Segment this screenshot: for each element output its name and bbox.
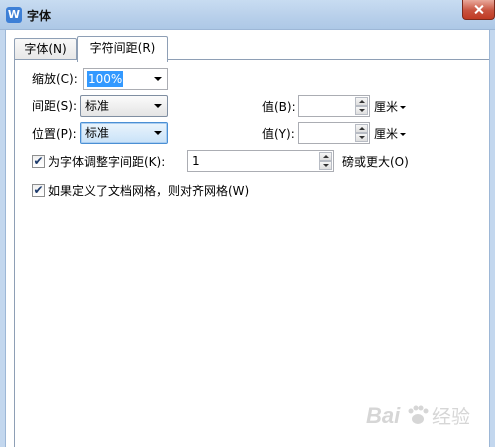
window-frame-left — [0, 30, 6, 447]
snap-to-grid-label: 如果定义了文档网格，则对齐网格(W) — [48, 184, 250, 198]
checkmark-icon: ✔ — [33, 183, 44, 197]
spacing-combobox[interactable]: 标准 — [80, 95, 168, 117]
chevron-down-icon[interactable] — [154, 104, 162, 108]
position-amount-spinner[interactable] — [298, 122, 370, 144]
kerning-checkbox[interactable]: ✔ — [32, 154, 45, 168]
wps-writer-icon: W — [6, 7, 22, 23]
scale-value[interactable]: 100% — [87, 71, 124, 87]
spacing-amount-spinner[interactable] — [298, 95, 370, 117]
scale-combobox[interactable]: 100% — [83, 68, 168, 90]
checkmark-icon: ✔ — [33, 154, 44, 168]
spin-down-arrow-icon[interactable] — [319, 161, 332, 170]
spin-up-arrow-icon[interactable] — [355, 124, 368, 133]
spin-down-arrow-icon[interactable] — [355, 133, 368, 142]
spin-buttons — [319, 152, 332, 170]
tab-font[interactable]: 字体(N) — [14, 38, 77, 60]
spin-up-arrow-icon[interactable] — [355, 97, 368, 106]
position-value: 标准 — [85, 126, 110, 140]
window-frame-right — [489, 30, 495, 447]
paw-icon: Bai 经验 — [366, 403, 470, 428]
spacing-label: 间距(S): — [32, 99, 78, 113]
spacing-amount-label: 值(B): — [262, 100, 296, 114]
spacing-unit-dropdown[interactable]: 厘米 — [374, 99, 407, 115]
spacing-value: 标准 — [85, 99, 110, 113]
position-unit-label: 厘米 — [374, 127, 399, 141]
baidu-jingyan-watermark: Bai 经验 — [366, 397, 491, 437]
title-bar: W 字体 — [0, 0, 495, 30]
spacing-unit-label: 厘米 — [374, 100, 399, 114]
kerning-label: 为字体调整字间距(K): — [48, 155, 166, 169]
spin-down-arrow-icon[interactable] — [355, 106, 368, 115]
spin-up-arrow-icon[interactable] — [319, 152, 332, 161]
watermark-jingyan-text: 经验 — [432, 406, 470, 428]
scale-label: 缩放(C): — [32, 72, 78, 86]
kerning-suffix-label: 磅或更大(O) — [342, 155, 409, 169]
position-label: 位置(P): — [32, 127, 77, 141]
spin-buttons — [355, 97, 368, 115]
chevron-down-icon[interactable] — [154, 131, 162, 135]
snap-to-grid-checkbox[interactable]: ✔ — [32, 183, 45, 197]
character-spacing-panel — [14, 59, 489, 447]
font-dialog: W 字体 字体(N) 字符间距(R) 缩放(C): 100% 间距(S): 标准… — [0, 0, 495, 447]
chevron-down-icon[interactable] — [400, 106, 407, 109]
close-button[interactable] — [462, 0, 495, 20]
position-amount-label: 值(Y): — [262, 127, 295, 141]
position-combobox[interactable]: 标准 — [80, 122, 168, 144]
chevron-down-icon[interactable] — [154, 77, 162, 81]
position-unit-dropdown[interactable]: 厘米 — [374, 126, 407, 142]
tab-character-spacing[interactable]: 字符间距(R) — [77, 36, 168, 62]
window-title: 字体 — [27, 9, 52, 23]
kerning-points-value[interactable]: 1 — [192, 153, 200, 169]
watermark-bai-text: Bai — [366, 403, 401, 428]
spin-buttons — [355, 124, 368, 142]
kerning-points-spinner[interactable]: 1 — [187, 150, 334, 172]
chevron-down-icon[interactable] — [400, 133, 407, 136]
